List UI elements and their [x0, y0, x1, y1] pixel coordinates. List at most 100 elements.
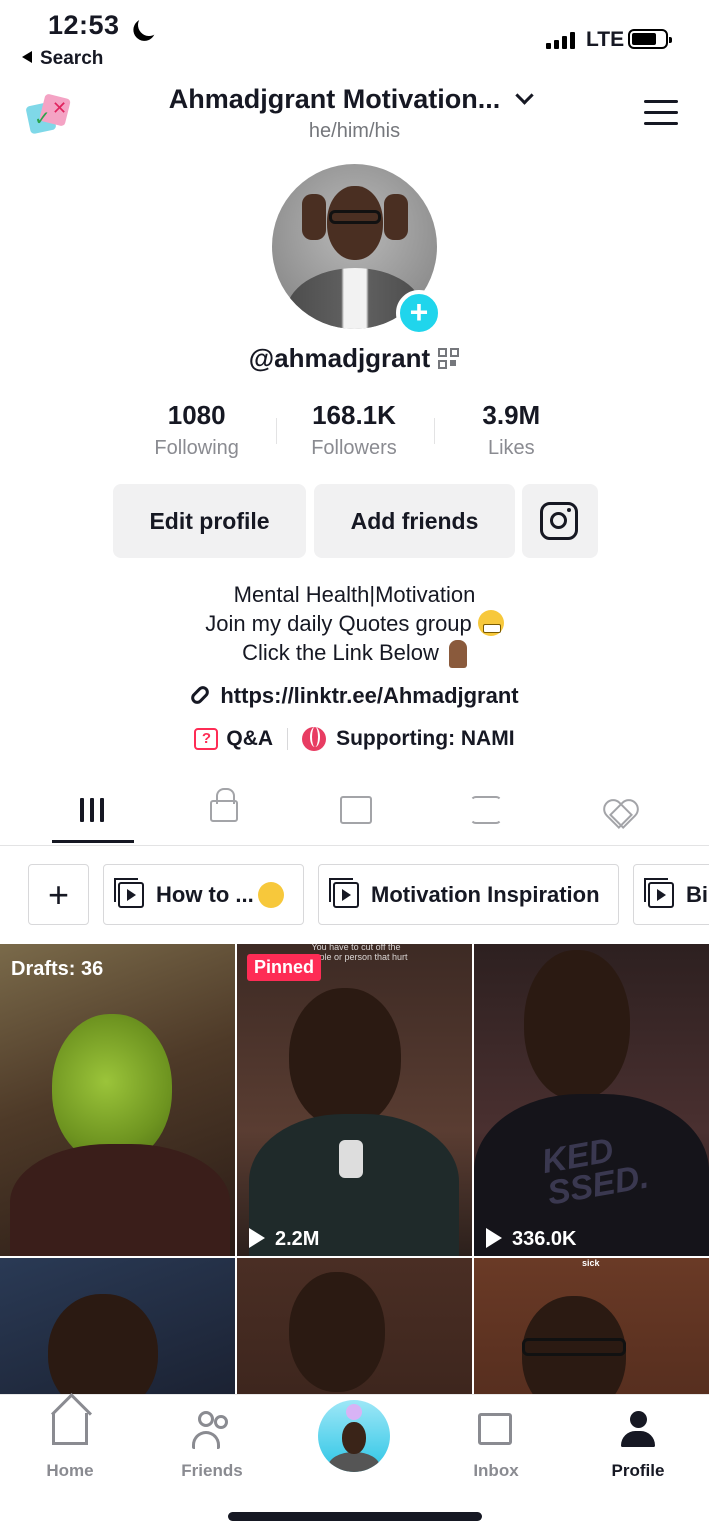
- stat-divider: [276, 418, 277, 444]
- bio: Mental Health|Motivation Join my daily Q…: [0, 580, 709, 668]
- battery-icon: [628, 29, 672, 49]
- status-time: 12:53: [48, 10, 120, 40]
- bio-line-2: Join my daily Quotes group: [0, 609, 709, 638]
- nav-home[interactable]: Home: [20, 1405, 120, 1481]
- nav-inbox[interactable]: Inbox: [446, 1405, 546, 1481]
- signal-icon: [546, 32, 575, 49]
- plus-icon: +: [47, 873, 70, 915]
- nav-friends[interactable]: Friends: [162, 1405, 262, 1481]
- tab-reposts-icon[interactable]: [470, 796, 502, 824]
- pointing-down-emoji-icon: [448, 640, 467, 668]
- bio-link[interactable]: https://linktr.ee/Ahmadjgrant: [0, 683, 709, 709]
- add-friends-button[interactable]: Add friends: [314, 484, 515, 558]
- pinned-badge: Pinned: [247, 954, 322, 981]
- drafts-tile[interactable]: Drafts: 36: [0, 944, 235, 1256]
- video-tile[interactable]: [0, 1258, 235, 1394]
- collection-label: Motivation Inspiration: [371, 881, 600, 907]
- stat-label: Likes: [487, 437, 535, 459]
- view-count: 336.0K: [486, 1228, 577, 1251]
- account-switcher[interactable]: Ahmadjgrant Motivation...: [150, 84, 550, 115]
- view-count-value: 336.0K: [512, 1228, 577, 1250]
- active-tab-indicator: [52, 840, 134, 843]
- stat-value: 1080: [167, 400, 226, 430]
- video-tile[interactable]: sick: [474, 1258, 709, 1394]
- stat-followers[interactable]: 168.1K Followers: [275, 400, 432, 460]
- inbox-icon: [478, 1413, 512, 1445]
- supporting-link[interactable]: Supporting: NAMI: [302, 727, 515, 751]
- nav-label: Home: [46, 1461, 94, 1480]
- bio-line: Mental Health|Motivation: [233, 582, 476, 607]
- video-grid: Drafts: 36 You have to cut off the peopl…: [0, 944, 709, 1394]
- play-icon: [249, 1228, 265, 1248]
- profile-meta-row: ? Q&A Supporting: NAMI: [0, 727, 709, 751]
- question-icon: ?: [194, 728, 219, 750]
- play-icon: [486, 1228, 502, 1248]
- qa-link[interactable]: ? Q&A: [194, 727, 273, 751]
- nav-label: Friends: [181, 1461, 243, 1480]
- back-label: Search: [40, 48, 104, 69]
- tab-tagged-icon[interactable]: [340, 796, 372, 824]
- tab-liked-hidden-icon[interactable]: [602, 796, 636, 826]
- video-tile[interactable]: [237, 1258, 472, 1394]
- network-label: LTE: [586, 28, 625, 51]
- qr-code-icon[interactable]: [438, 348, 460, 370]
- stat-following[interactable]: 1080 Following: [118, 400, 275, 460]
- username: @ahmadjgrant: [248, 343, 431, 373]
- collection-partial[interactable]: Bi: [633, 864, 709, 925]
- collection-motivation[interactable]: Motivation Inspiration: [318, 864, 619, 925]
- hamburger-menu-icon[interactable]: [644, 100, 678, 126]
- stat-value: 3.9M: [482, 400, 541, 430]
- collection-label: Bi: [686, 881, 708, 907]
- supporting-label: Supporting: NAMI: [336, 727, 515, 750]
- back-to-search-link[interactable]: Search: [22, 48, 103, 70]
- add-collection-button[interactable]: +: [28, 864, 89, 925]
- playlist-icon: [644, 877, 674, 908]
- collection-how-to[interactable]: How to ...: [103, 864, 304, 925]
- drafts-label: Drafts: 36: [11, 958, 104, 980]
- add-story-plus-icon[interactable]: +: [396, 290, 442, 336]
- playlist-icon: [329, 877, 359, 908]
- chevron-down-icon: [515, 86, 534, 105]
- stat-divider: [434, 418, 435, 444]
- home-icon: [52, 1413, 88, 1445]
- profile-icon: [621, 1411, 655, 1449]
- bio-line-text: Join my daily Quotes group: [205, 611, 472, 636]
- page-title: Ahmadjgrant Motivation...: [168, 84, 501, 114]
- friends-icon: [192, 1411, 232, 1449]
- stat-value: 168.1K: [312, 400, 396, 430]
- bio-line-3: Click the Link Below: [0, 638, 709, 668]
- bio-link-text: https://linktr.ee/Ahmadjgrant: [220, 683, 519, 708]
- view-count: 2.2M: [249, 1228, 319, 1251]
- stat-label: Following: [154, 437, 239, 459]
- nav-label: Inbox: [473, 1461, 519, 1480]
- collection-label: How to ...: [156, 881, 254, 907]
- status-bar: 12:53 Search LTE: [0, 0, 709, 80]
- username-row: @ahmadjgrant: [0, 343, 709, 374]
- home-indicator[interactable]: [228, 1512, 482, 1521]
- stat-label: Followers: [311, 437, 397, 459]
- pronouns: he/him/his: [308, 120, 401, 142]
- video-tile[interactable]: KED SSED. 336.0K: [474, 944, 709, 1256]
- tab-videos-grid-icon[interactable]: [78, 794, 118, 828]
- pinned-video-tile[interactable]: You have to cut off the people or person…: [237, 944, 472, 1256]
- nav-label: Profile: [611, 1461, 665, 1480]
- bio-line-text: Click the Link Below: [242, 640, 439, 665]
- nonprofit-globe-icon: [302, 727, 327, 751]
- view-count-value: 2.2M: [275, 1228, 320, 1250]
- meta-divider: [287, 728, 289, 750]
- link-icon: [189, 683, 212, 707]
- grimace-emoji-icon: [477, 610, 504, 636]
- moon-icon: [135, 11, 163, 39]
- playlist-icon: [114, 877, 144, 908]
- tab-private-lock-icon[interactable]: [210, 788, 238, 822]
- qa-label: Q&A: [226, 727, 274, 750]
- video-caption: sick: [582, 1258, 600, 1268]
- instagram-icon: [540, 502, 578, 540]
- profile-stats: 1080 Following 168.1K Followers 3.9M Lik…: [118, 400, 590, 460]
- stat-likes[interactable]: 3.9M Likes: [433, 400, 590, 460]
- back-arrow-icon: [22, 51, 32, 63]
- nav-profile[interactable]: Profile: [588, 1405, 688, 1481]
- thinking-emoji-icon: [257, 881, 284, 908]
- edit-profile-button[interactable]: Edit profile: [113, 484, 306, 558]
- create-post-avatar-button[interactable]: [318, 1400, 390, 1472]
